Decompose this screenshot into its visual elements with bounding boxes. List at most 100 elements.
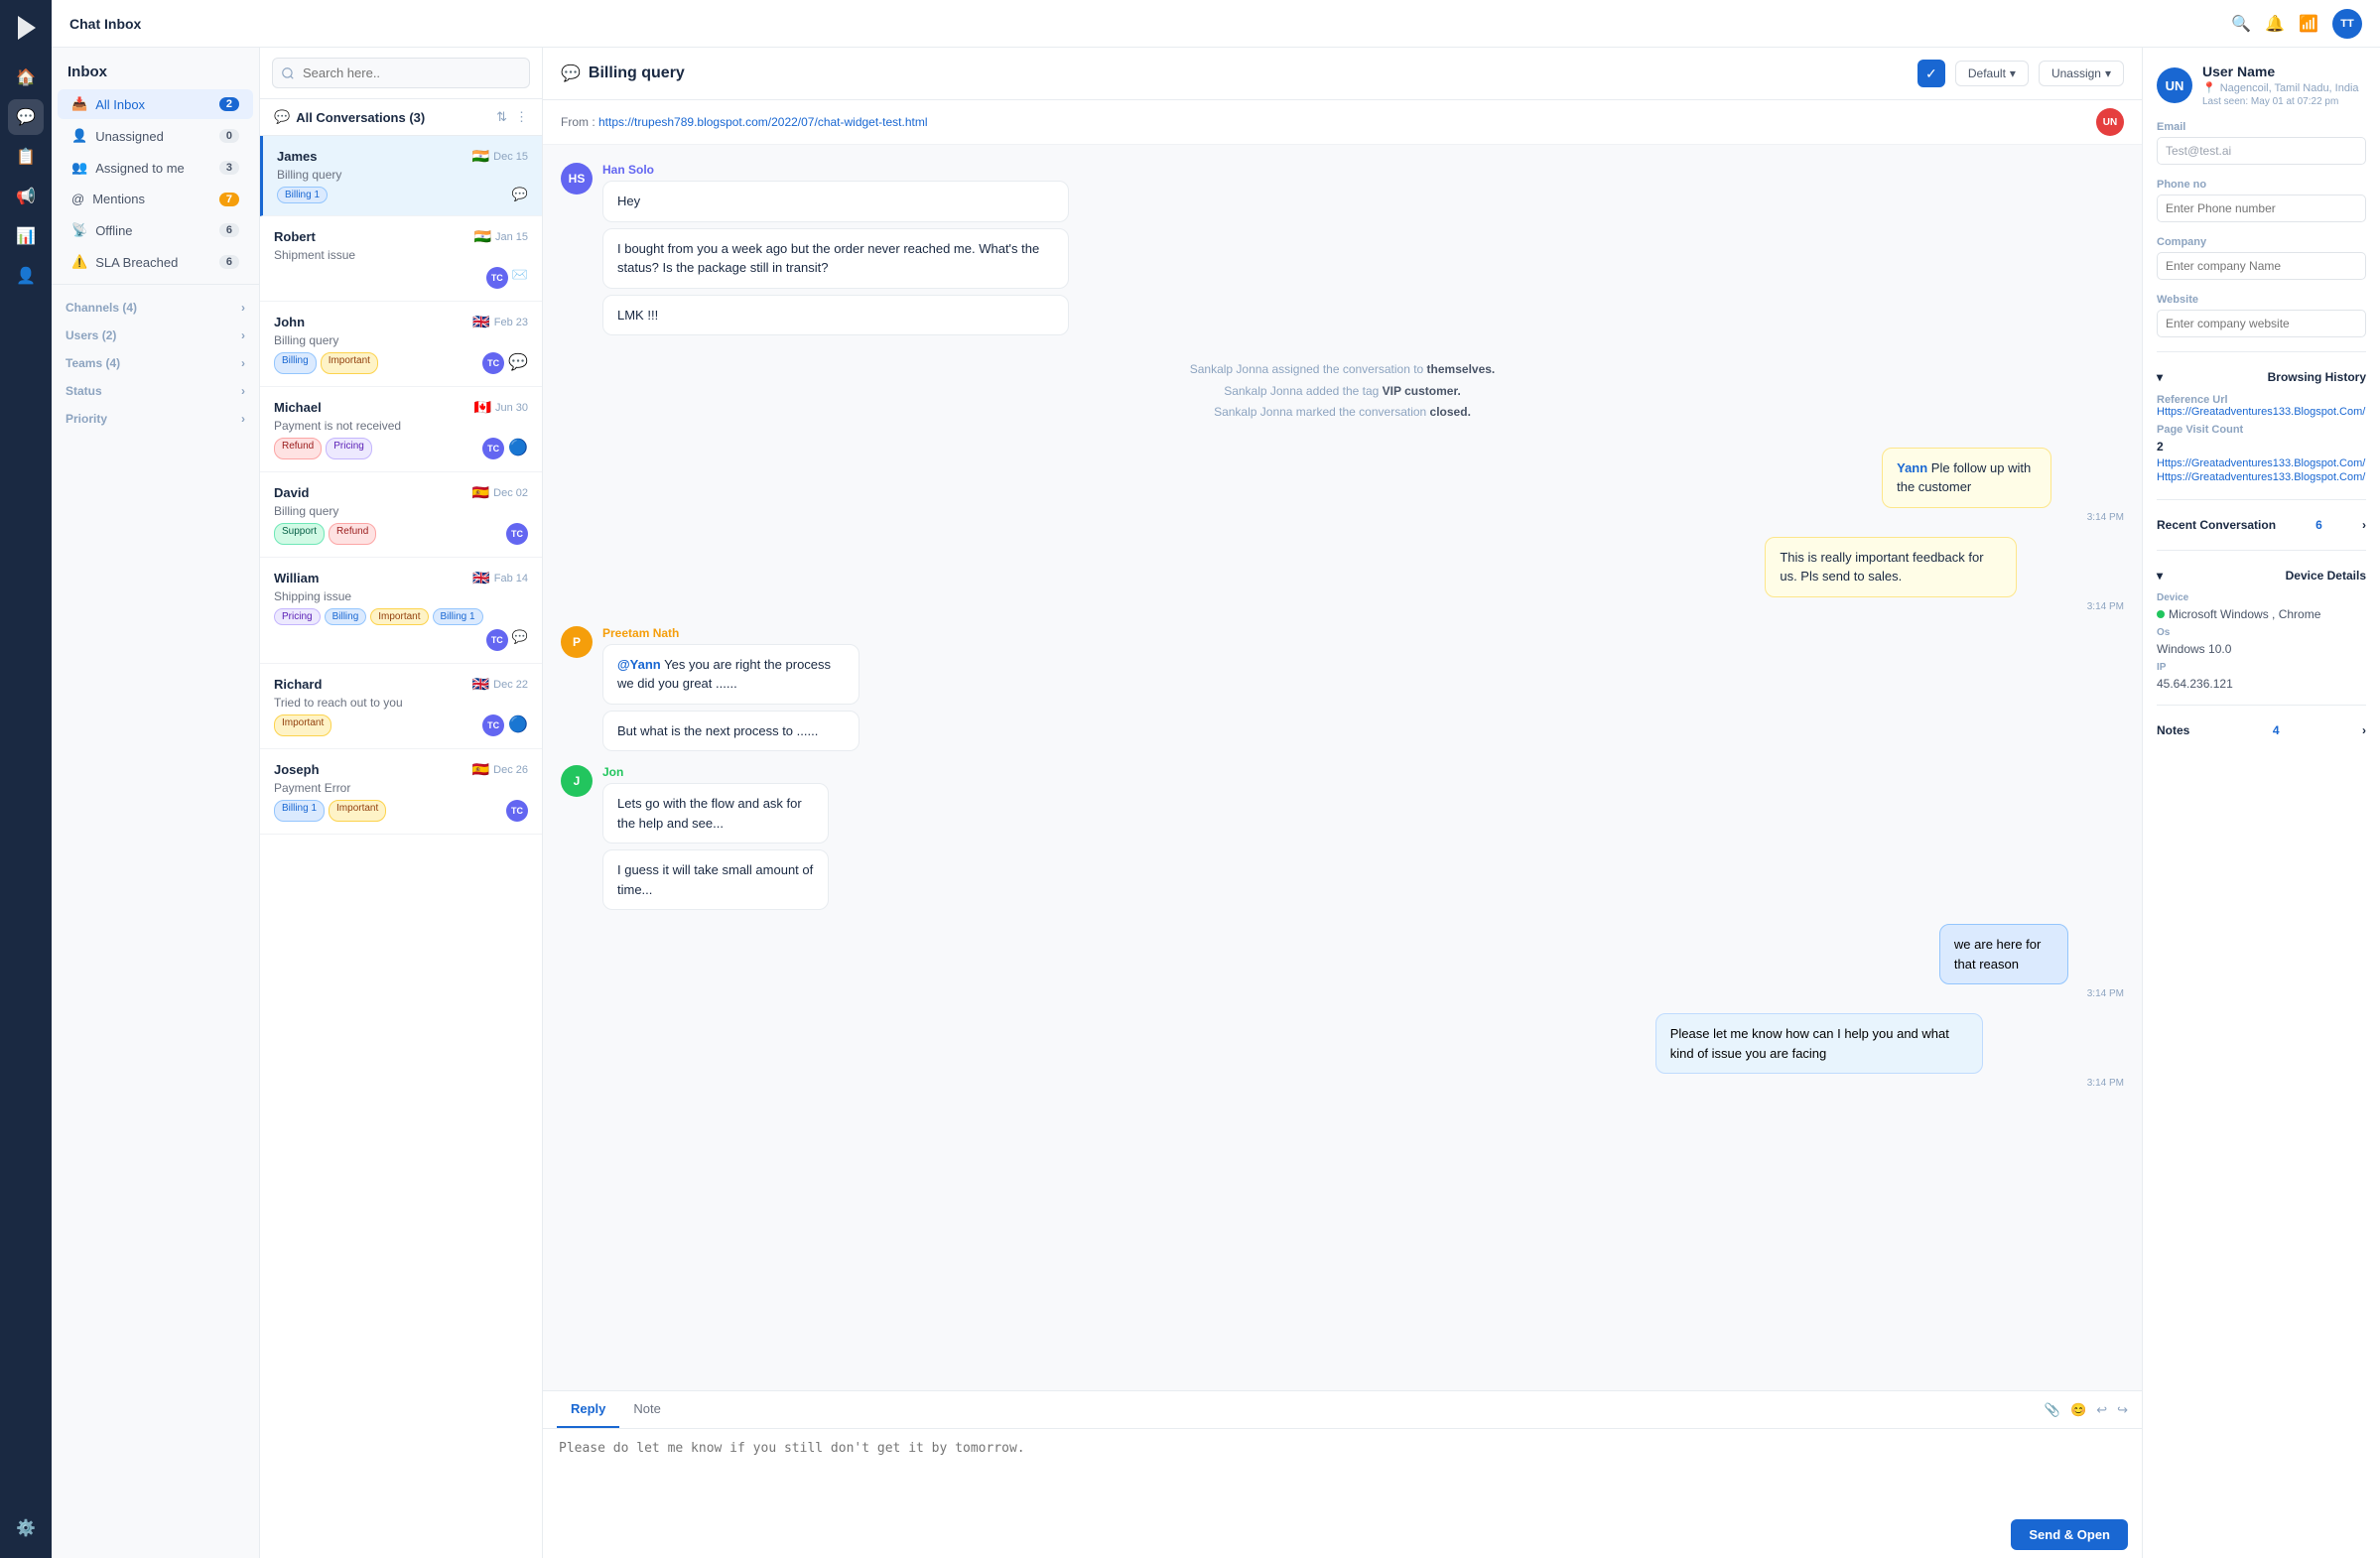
search-container	[260, 48, 542, 99]
tag: Refund	[329, 523, 376, 545]
sidebar-item-offline[interactable]: 📡 Offline 6	[58, 215, 253, 245]
conv-item-michael[interactable]: Michael 🇨🇦 Jun 30 Payment is not receive…	[260, 387, 542, 472]
conv-name: John	[274, 315, 305, 329]
sort-icon[interactable]: ⇅	[496, 109, 507, 125]
chevron-down-icon: ▾	[2157, 370, 2163, 384]
sidebar-section-channels[interactable]: Channels (4) ›	[52, 291, 259, 319]
msg-bubble: I guess it will take small amount of tim…	[602, 849, 829, 910]
more-icon[interactable]: ⋮	[515, 109, 528, 125]
conv-item-joseph[interactable]: Joseph 🇪🇸 Dec 26 Payment Error Billing 1…	[260, 749, 542, 835]
attachment-icon[interactable]: 📎	[2045, 1402, 2060, 1418]
redo-icon[interactable]: ↪	[2117, 1402, 2128, 1418]
jon-name: Jon	[602, 765, 926, 779]
url-link-2[interactable]: Https://Greatadventures133.Blogspot.Com/	[2157, 471, 2366, 483]
logo-icon[interactable]	[10, 12, 42, 44]
conv-preview: Billing query	[274, 333, 528, 347]
reply-input[interactable]	[543, 1429, 2142, 1508]
msg-bubble: This is really important feedback for us…	[1765, 537, 2016, 597]
tag: Important	[321, 352, 378, 374]
nav-settings-icon[interactable]: ⚙️	[8, 1510, 44, 1546]
visit-count-label: Page Visit Count	[2157, 424, 2366, 436]
msg-bubble: Hey	[602, 181, 1069, 222]
unassigned-badge: 0	[219, 129, 239, 143]
conv-preview: Payment Error	[274, 781, 528, 795]
ref-url-link[interactable]: Https://Greatadventures133.Blogspot.Com/	[2157, 406, 2366, 418]
conv-date: 🇮🇳 Jan 15	[474, 228, 528, 245]
sidebar-section-priority[interactable]: Priority ›	[52, 402, 259, 430]
sidebar-item-assigned-to-me[interactable]: 👥 Assigned to me 3	[58, 153, 253, 183]
sidebar: Inbox 📥 All Inbox 2 👤 Unassigned 0 👥 Ass…	[52, 48, 260, 1558]
conv-item-william[interactable]: William 🇬🇧 Fab 14 Shipping issue Pricing…	[260, 558, 542, 664]
sidebar-section-status[interactable]: Status ›	[52, 374, 259, 402]
chat-messages: HS Han Solo Hey I bought from you a week…	[543, 145, 2142, 1390]
conv-tags: Billing 1 💬	[277, 187, 528, 203]
tab-reply[interactable]: Reply	[557, 1391, 619, 1428]
device-details-header[interactable]: ▾ Device Details	[2157, 565, 2366, 586]
nav-chat-icon[interactable]: 💬	[8, 99, 44, 135]
url-link-1[interactable]: Https://Greatadventures133.Blogspot.Com/	[2157, 457, 2366, 469]
nav-reports-icon[interactable]: 📊	[8, 218, 44, 254]
device-row: Device Microsoft Windows , Chrome	[2157, 592, 2366, 621]
website-input[interactable]	[2157, 310, 2366, 337]
recent-conv-header[interactable]: Recent Conversation 6 ›	[2157, 514, 2366, 536]
conv-preview: Shipping issue	[274, 589, 528, 603]
divider	[2157, 550, 2366, 551]
os-label: Os	[2157, 627, 2366, 638]
agent-avatar: TC	[506, 523, 528, 545]
note-content: Yann Ple follow up with the customer 3:1…	[1882, 448, 2124, 523]
tag: Billing 1	[433, 608, 483, 625]
nav-home-icon[interactable]: 🏠	[8, 60, 44, 95]
unassign-button[interactable]: Unassign ▾	[2039, 61, 2124, 86]
search-input[interactable]	[272, 58, 530, 88]
conv-item-david[interactable]: David 🇪🇸 Dec 02 Billing query Support Re…	[260, 472, 542, 558]
website-field-group: Website	[2157, 294, 2366, 337]
offline-badge: 6	[219, 223, 239, 237]
notes-header[interactable]: Notes 4 ›	[2157, 719, 2366, 741]
emoji-icon[interactable]: 😊	[2070, 1402, 2086, 1418]
sidebar-header: Inbox	[52, 48, 259, 88]
email-input[interactable]	[2157, 137, 2366, 165]
sidebar-item-unassigned[interactable]: 👤 Unassigned 0	[58, 121, 253, 151]
agent-avatar: TC	[482, 352, 504, 374]
sidebar-item-mentions[interactable]: @ Mentions 7	[58, 185, 253, 213]
company-field-group: Company	[2157, 236, 2366, 280]
send-open-button[interactable]: Send & Open	[2011, 1519, 2128, 1550]
tab-note[interactable]: Note	[619, 1391, 674, 1428]
sidebar-item-sla[interactable]: ⚠️ SLA Breached 6	[58, 247, 253, 277]
tag: Important	[370, 608, 428, 625]
browsing-history-header[interactable]: ▾ Browsing History	[2157, 366, 2366, 388]
all-inbox-badge: 2	[219, 97, 239, 111]
divider	[2157, 351, 2366, 352]
nav-contacts-icon[interactable]: 📋	[8, 139, 44, 175]
nav-campaign-icon[interactable]: 📢	[8, 179, 44, 214]
reply-actions: 📎 😊 ↩ ↪	[2045, 1391, 2128, 1428]
company-input[interactable]	[2157, 252, 2366, 280]
conv-item-richard[interactable]: Richard 🇬🇧 Dec 22 Tried to reach out to …	[260, 664, 542, 749]
conv-item-james[interactable]: James 🇮🇳 Dec 15 Billing query Billing 1 …	[260, 136, 542, 216]
email-label: Email	[2157, 121, 2366, 133]
msg-bubble: @Yann Yes you are right the process we d…	[602, 644, 859, 705]
msg-time: 3:14 PM	[1939, 988, 2124, 999]
sidebar-section-users[interactable]: Users (2) ›	[52, 319, 259, 346]
msg-time: 3:14 PM	[1882, 512, 2124, 523]
msg-bubble: But what is the next process to ......	[602, 711, 859, 752]
list-actions[interactable]: ⇅ ⋮	[496, 109, 528, 125]
default-button[interactable]: Default ▾	[1955, 61, 2029, 86]
msg-row-jon: J Jon Lets go with the flow and ask for …	[561, 765, 2124, 910]
tag: Pricing	[274, 608, 321, 625]
phone-input[interactable]	[2157, 195, 2366, 222]
chevron-down-icon: ▾	[2105, 66, 2111, 80]
conv-item-robert[interactable]: Robert 🇮🇳 Jan 15 Shipment issue TC ✉️	[260, 216, 542, 302]
conv-date: 🇬🇧 Dec 22	[472, 676, 528, 693]
sidebar-item-all-inbox[interactable]: 📥 All Inbox 2	[58, 89, 253, 119]
nav-users-icon[interactable]: 👤	[8, 258, 44, 294]
sidebar-section-teams[interactable]: Teams (4) ›	[52, 346, 259, 374]
from-link[interactable]: https://trupesh789.blogspot.com/2022/07/…	[598, 115, 928, 129]
tag: Important	[329, 800, 386, 822]
conv-name: Joseph	[274, 762, 320, 777]
conv-item-john[interactable]: John 🇬🇧 Feb 23 Billing query Billing Imp…	[260, 302, 542, 387]
resolve-button[interactable]: ✓	[1917, 60, 1945, 87]
device-value: Microsoft Windows , Chrome	[2157, 607, 2366, 621]
undo-icon[interactable]: ↩	[2096, 1402, 2107, 1418]
chat-bubble-icon: 💬	[561, 64, 581, 83]
